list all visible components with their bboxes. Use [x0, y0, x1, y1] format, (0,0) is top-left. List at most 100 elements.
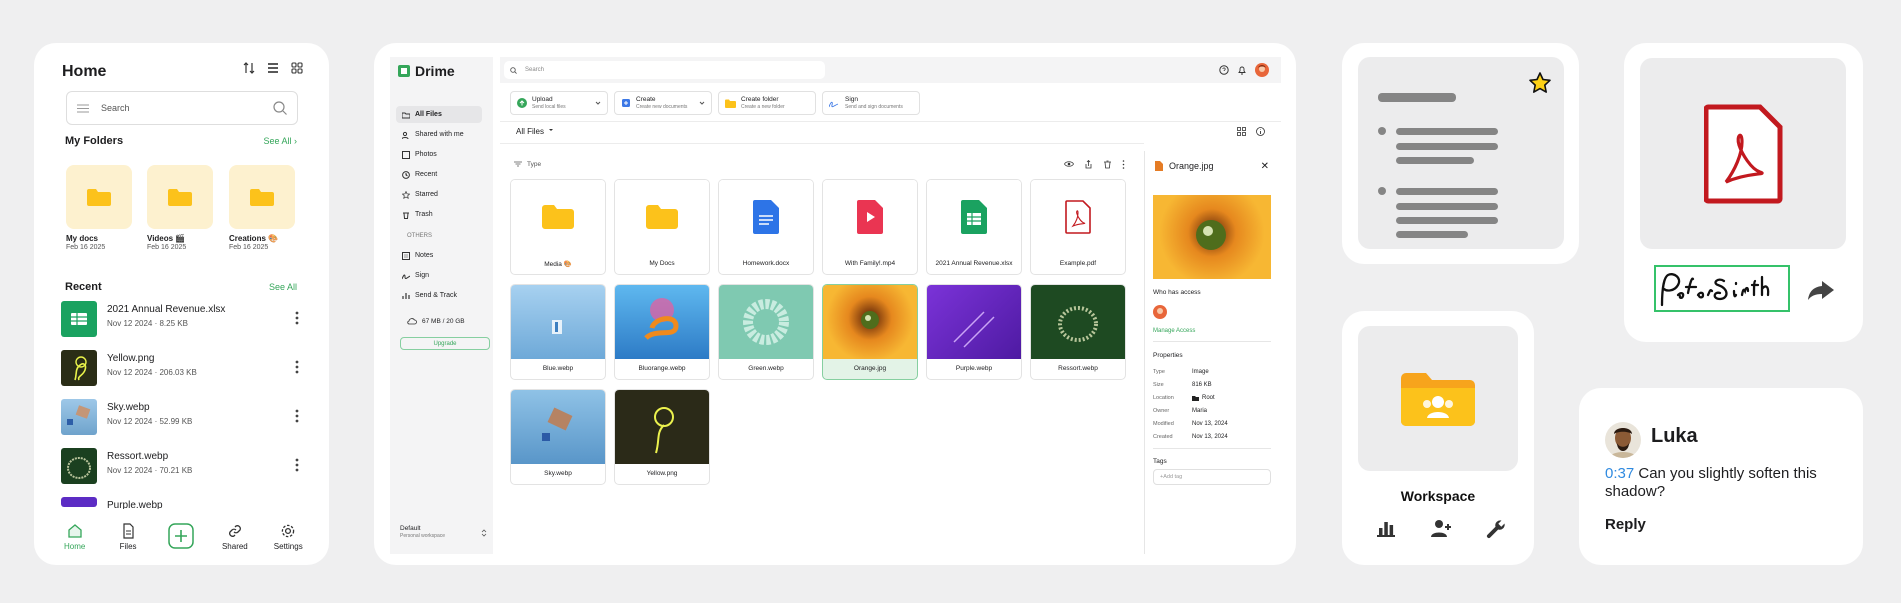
shared-folder-icon — [1399, 370, 1477, 428]
file-tile[interactable]: Yellow.png — [614, 389, 710, 485]
search-input[interactable]: Search — [66, 91, 298, 125]
sidebar-item-recent[interactable]: Recent — [396, 166, 482, 183]
logo[interactable]: Drime — [397, 63, 455, 79]
nav-add-button[interactable] — [158, 523, 204, 551]
file-tile[interactable]: Bluorange.webp — [614, 284, 710, 380]
list-item[interactable]: Yellow.png Nov 12 2024 · 206.03 KB — [61, 350, 301, 386]
list-item[interactable]: 2021 Annual Revenue.xlsx Nov 12 2024 · 8… — [61, 301, 301, 337]
search-icon[interactable] — [273, 101, 287, 115]
help-icon[interactable] — [1219, 65, 1229, 75]
nav-shared[interactable]: Shared — [212, 523, 258, 551]
divider — [500, 143, 1144, 144]
file-tile[interactable]: Homework.docx — [718, 179, 814, 275]
list-item[interactable]: Ressort.webp Nov 12 2024 · 70.21 KB — [61, 448, 301, 484]
file-tile[interactable]: Example.pdf — [1030, 179, 1126, 275]
main-area: Search Upload Send local files Create Crea… — [500, 57, 1281, 554]
sign-button[interactable]: Sign Send and sign documents — [822, 91, 920, 115]
wrench-icon[interactable] — [1486, 519, 1506, 539]
list-item[interactable]: Sky.webp Nov 12 2024 · 52.99 KB — [61, 399, 301, 435]
pdf-icon — [1065, 200, 1091, 234]
nav-home[interactable]: Home — [52, 523, 98, 551]
upload-button[interactable]: Upload Send local files — [510, 91, 608, 115]
file-tile[interactable]: With Family!.mp4 — [822, 179, 918, 275]
notes-icon — [402, 251, 410, 260]
trash-icon[interactable] — [1103, 160, 1112, 169]
list-view-icon[interactable] — [267, 62, 279, 74]
menu-icon[interactable] — [77, 104, 89, 113]
type-filter[interactable]: Type — [514, 161, 541, 168]
more-options-icon[interactable] — [295, 409, 299, 423]
forward-icon[interactable] — [1806, 279, 1836, 301]
star-icon — [402, 190, 410, 199]
users-icon — [402, 131, 409, 139]
who-has-access-heading: Who has access — [1153, 289, 1201, 296]
file-tile[interactable]: Green.webp — [718, 284, 814, 380]
avatar[interactable] — [1255, 63, 1269, 77]
create-folder-button[interactable]: Create folder Create a new folder — [718, 91, 816, 115]
folder-card[interactable]: Creations 🎨 Feb 16 2025 — [229, 165, 295, 251]
folder-icon — [402, 112, 410, 118]
folder-card[interactable]: My docs Feb 16 2025 — [66, 165, 132, 251]
upgrade-button[interactable]: Upgrade — [400, 337, 490, 350]
add-user-icon[interactable] — [1430, 519, 1452, 537]
file-tile[interactable]: Blue.webp — [510, 284, 606, 380]
video-file-icon — [857, 200, 883, 234]
recent-see-all-link[interactable]: See All — [269, 282, 297, 292]
sidebar-item-sign[interactable]: Sign — [396, 267, 482, 284]
file-tile[interactable]: Purple.webp — [926, 284, 1022, 380]
file-tile[interactable]: Ressort.webp — [1030, 284, 1126, 380]
properties-heading: Properties — [1153, 352, 1183, 359]
commenter-name: Luka — [1651, 425, 1698, 447]
comment-timestamp[interactable]: 0:37 — [1605, 465, 1634, 482]
eye-icon[interactable] — [1064, 160, 1074, 168]
nav-files[interactable]: Files — [105, 523, 151, 551]
sidebar-item-all-files[interactable]: All Files — [396, 106, 482, 123]
add-tag-input[interactable]: +Add tag — [1153, 469, 1271, 485]
more-options-icon[interactable] — [295, 311, 299, 325]
grid-view-icon[interactable] — [291, 62, 303, 74]
folder-icon — [1192, 395, 1199, 401]
panel-title: Orange.jpg — [1155, 161, 1214, 171]
caret-down-icon — [549, 129, 554, 131]
file-tile-selected[interactable]: Orange.jpg — [822, 284, 918, 380]
grid-view-icon[interactable] — [1237, 127, 1246, 136]
breadcrumb[interactable]: All Files — [516, 127, 554, 136]
chevron-updown-icon[interactable] — [481, 528, 487, 538]
sidebar-item-shared[interactable]: Shared with me — [396, 126, 482, 143]
image-thumbnail — [61, 399, 97, 435]
comment-text: 0:37 Can you slightly soften this shadow… — [1605, 465, 1817, 500]
chevron-down-icon — [699, 101, 705, 105]
sort-icon[interactable] — [243, 62, 255, 74]
file-tile[interactable]: My Docs — [614, 179, 710, 275]
sidebar-item-notes[interactable]: Notes — [396, 247, 482, 264]
more-options-icon[interactable] — [295, 360, 299, 374]
folders-see-all-link[interactable]: See All › — [263, 136, 297, 146]
create-button[interactable]: Create Create new documents — [614, 91, 712, 115]
more-options-icon[interactable] — [1122, 160, 1125, 169]
bell-icon[interactable] — [1237, 65, 1247, 75]
sidebar-item-photos[interactable]: Photos — [396, 146, 482, 163]
nav-settings[interactable]: Settings — [265, 523, 311, 551]
list-item[interactable]: Purple.webp — [61, 497, 301, 509]
star-icon[interactable] — [1528, 71, 1552, 95]
sidebar-item-trash[interactable]: Trash — [396, 206, 482, 223]
signature-box[interactable] — [1654, 265, 1790, 312]
info-icon[interactable] — [1256, 127, 1265, 136]
workspace-title: Workspace — [1400, 488, 1476, 504]
sidebar-item-send-track[interactable]: Send & Track — [396, 287, 482, 304]
close-icon[interactable]: ✕ — [1261, 161, 1269, 172]
workspace-switcher[interactable]: Default Personal workspace — [400, 525, 445, 539]
share-icon[interactable] — [1084, 160, 1093, 169]
folder-card[interactable]: Videos 🎬 Feb 16 2025 — [147, 165, 213, 251]
file-tile[interactable]: Sky.webp — [510, 389, 606, 485]
file-tile[interactable]: Media 🎨 — [510, 179, 606, 275]
sidebar-item-starred[interactable]: Starred — [396, 186, 482, 203]
search-input[interactable]: Search — [504, 61, 825, 79]
avatar — [1153, 305, 1167, 319]
manage-access-link[interactable]: Manage Access — [1153, 328, 1195, 334]
reply-button[interactable]: Reply — [1605, 516, 1646, 533]
more-options-icon[interactable] — [295, 458, 299, 472]
gear-icon — [282, 524, 295, 538]
file-tile[interactable]: 2021 Annual Revenue.xlsx — [926, 179, 1022, 275]
bar-chart-icon[interactable] — [1376, 519, 1396, 537]
